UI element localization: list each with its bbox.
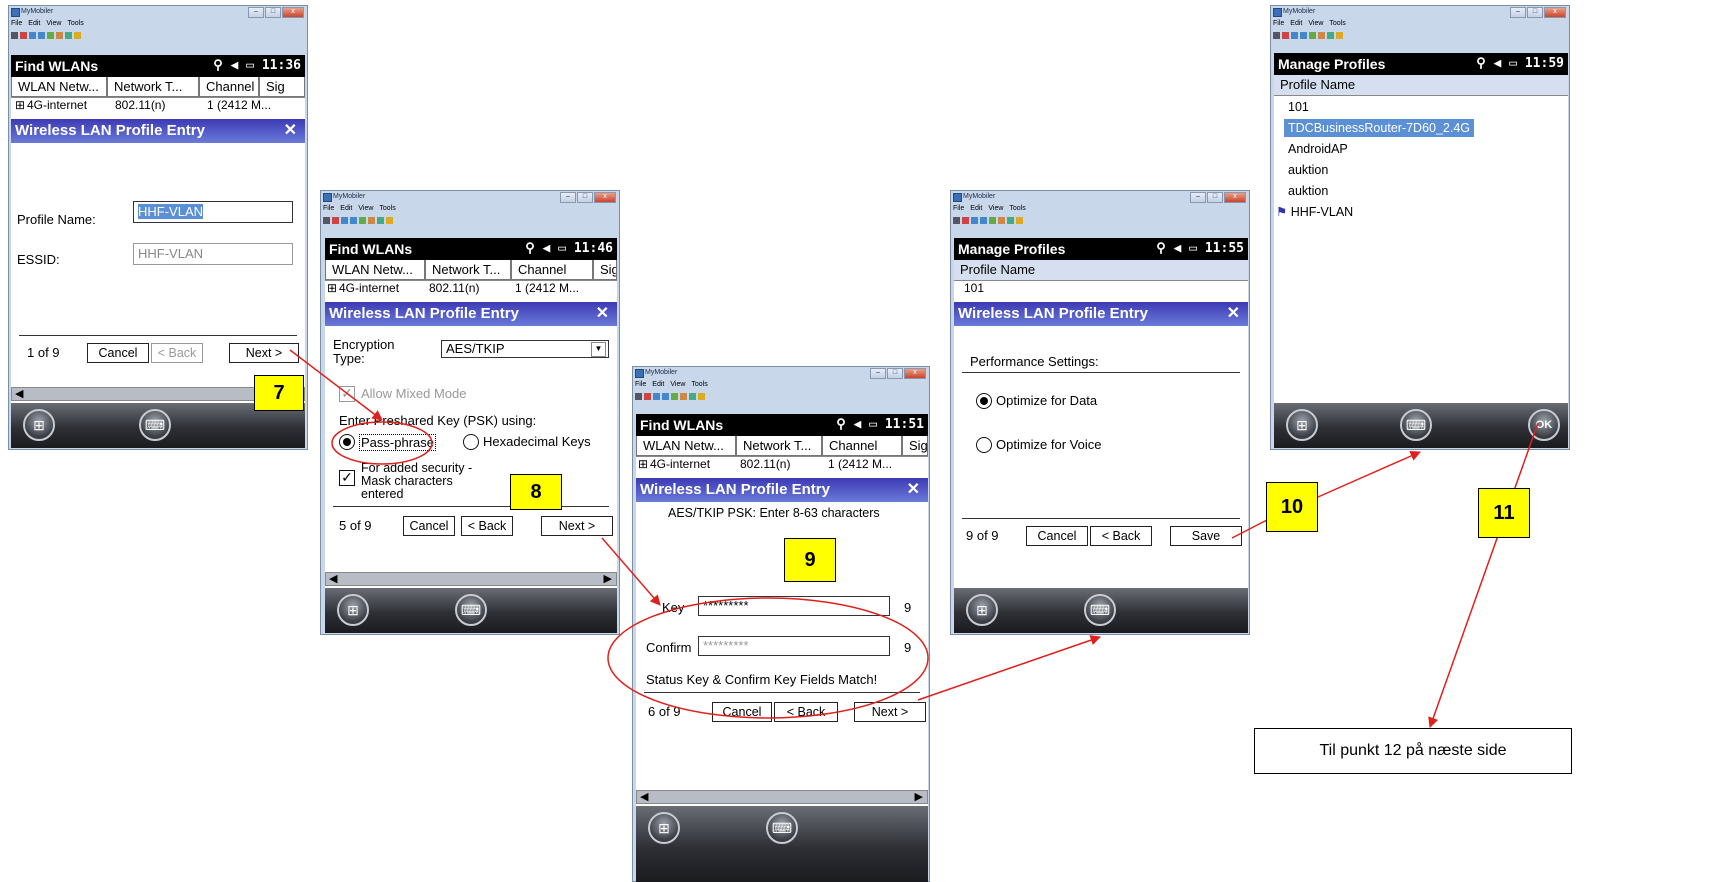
arrow-8-to-9 xyxy=(601,537,661,606)
arrow-9-to-10 xyxy=(917,635,1101,701)
callout-9: 9 xyxy=(784,538,836,582)
highlight-pass-phrase xyxy=(331,421,433,465)
callout-11: 11 xyxy=(1478,488,1530,538)
arrow-10-to-11-b xyxy=(1317,451,1421,498)
callout-10: 10 xyxy=(1266,482,1318,532)
callout-7: 7 xyxy=(254,375,304,411)
arrow-11-to-footnote xyxy=(1428,422,1539,728)
next-page-note: Til punkt 12 på næste side xyxy=(1254,728,1572,774)
arrow-10-to-11 xyxy=(1231,519,1268,539)
callout-8: 8 xyxy=(510,474,562,510)
highlight-key-fields xyxy=(607,597,929,719)
